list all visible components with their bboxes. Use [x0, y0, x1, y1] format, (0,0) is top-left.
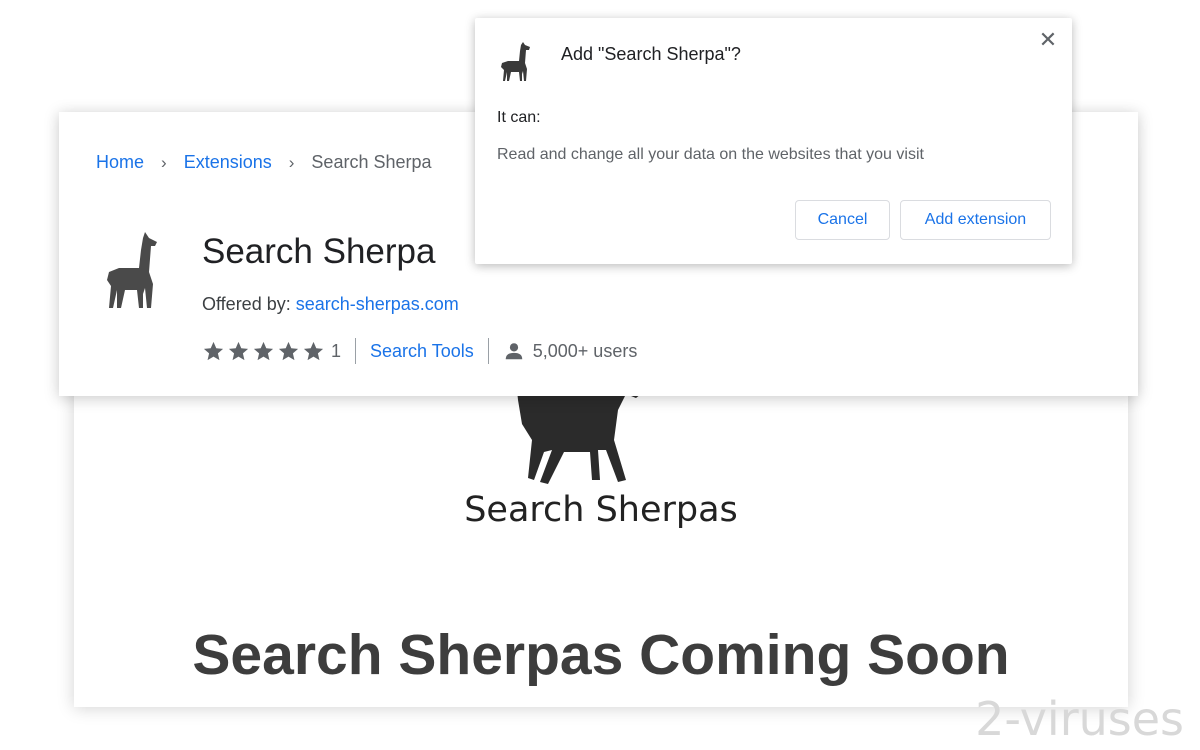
- extension-meta: 1 Search Tools 5,000+ users: [202, 338, 637, 364]
- add-extension-dialog: Add "Search Sherpa"? ✕ It can: Read and …: [475, 18, 1072, 264]
- chevron-right-icon: ›: [161, 152, 167, 172]
- landing-headline: Search Sherpas Coming Soon: [192, 623, 1010, 687]
- close-icon[interactable]: ✕: [1036, 27, 1060, 52]
- add-extension-button[interactable]: Add extension: [900, 200, 1051, 240]
- breadcrumb-home-link[interactable]: Home: [96, 152, 144, 173]
- star-icon: [203, 341, 224, 360]
- chevron-right-icon: ›: [288, 152, 295, 172]
- star-icon: [228, 341, 249, 360]
- llama-icon: [501, 42, 530, 81]
- breadcrumb: Home › Extensions › Search Sherpa: [96, 152, 432, 173]
- extension-title: Search Sherpa: [202, 232, 436, 271]
- person-icon: [505, 343, 522, 360]
- watermark: 2-viruses: [975, 692, 1184, 746]
- breadcrumb-current: Search Sherpa: [311, 152, 432, 172]
- dialog-it-can: It can:: [497, 109, 541, 126]
- cancel-button[interactable]: Cancel: [795, 200, 890, 240]
- divider: [355, 338, 357, 364]
- dialog-permission: Read and change all your data on the web…: [497, 146, 924, 163]
- user-count: 5,000+ users: [532, 340, 638, 361]
- offered-by: Offered by: search-sherpas.com: [202, 294, 459, 315]
- category-link[interactable]: Search Tools: [370, 341, 474, 362]
- rating-count: 1: [331, 340, 342, 361]
- breadcrumb-extensions-link[interactable]: Extensions: [184, 152, 272, 173]
- divider: [487, 338, 489, 364]
- llama-logo-icon: [516, 380, 646, 484]
- llama-icon: [107, 232, 157, 308]
- star-icon: [303, 341, 324, 360]
- rating-stars[interactable]: [202, 340, 325, 363]
- star-icon: [253, 341, 274, 360]
- dialog-title: Add "Search Sherpa"?: [561, 44, 741, 64]
- offered-by-link[interactable]: search-sherpas.com: [296, 294, 459, 314]
- star-icon: [278, 341, 299, 360]
- landing-logo-text: Search Sherpas: [464, 490, 738, 530]
- offered-by-label: Offered by:: [202, 294, 291, 314]
